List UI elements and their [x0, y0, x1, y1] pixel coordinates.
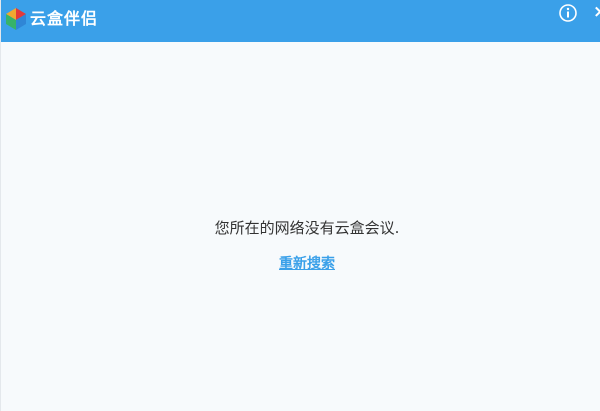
app-logo-icon [6, 8, 26, 30]
close-button[interactable]: × [593, 2, 600, 22]
main-content: 您所在的网络没有云盒会议. 重新搜索 [1, 42, 600, 411]
retry-search-container: 重新搜索 [1, 254, 600, 274]
title-bar[interactable]: 云盒伴侣 × [1, 0, 600, 42]
info-circle-icon[interactable] [558, 3, 578, 23]
no-meeting-message: 您所在的网络没有云盒会议. [214, 219, 400, 237]
app-window: 云盒伴侣 × 您所在的网络没有云盒会议. 重新搜索 [0, 0, 600, 411]
retry-search-link[interactable]: 重新搜索 [279, 256, 335, 272]
app-title: 云盒伴侣 [30, 9, 99, 28]
